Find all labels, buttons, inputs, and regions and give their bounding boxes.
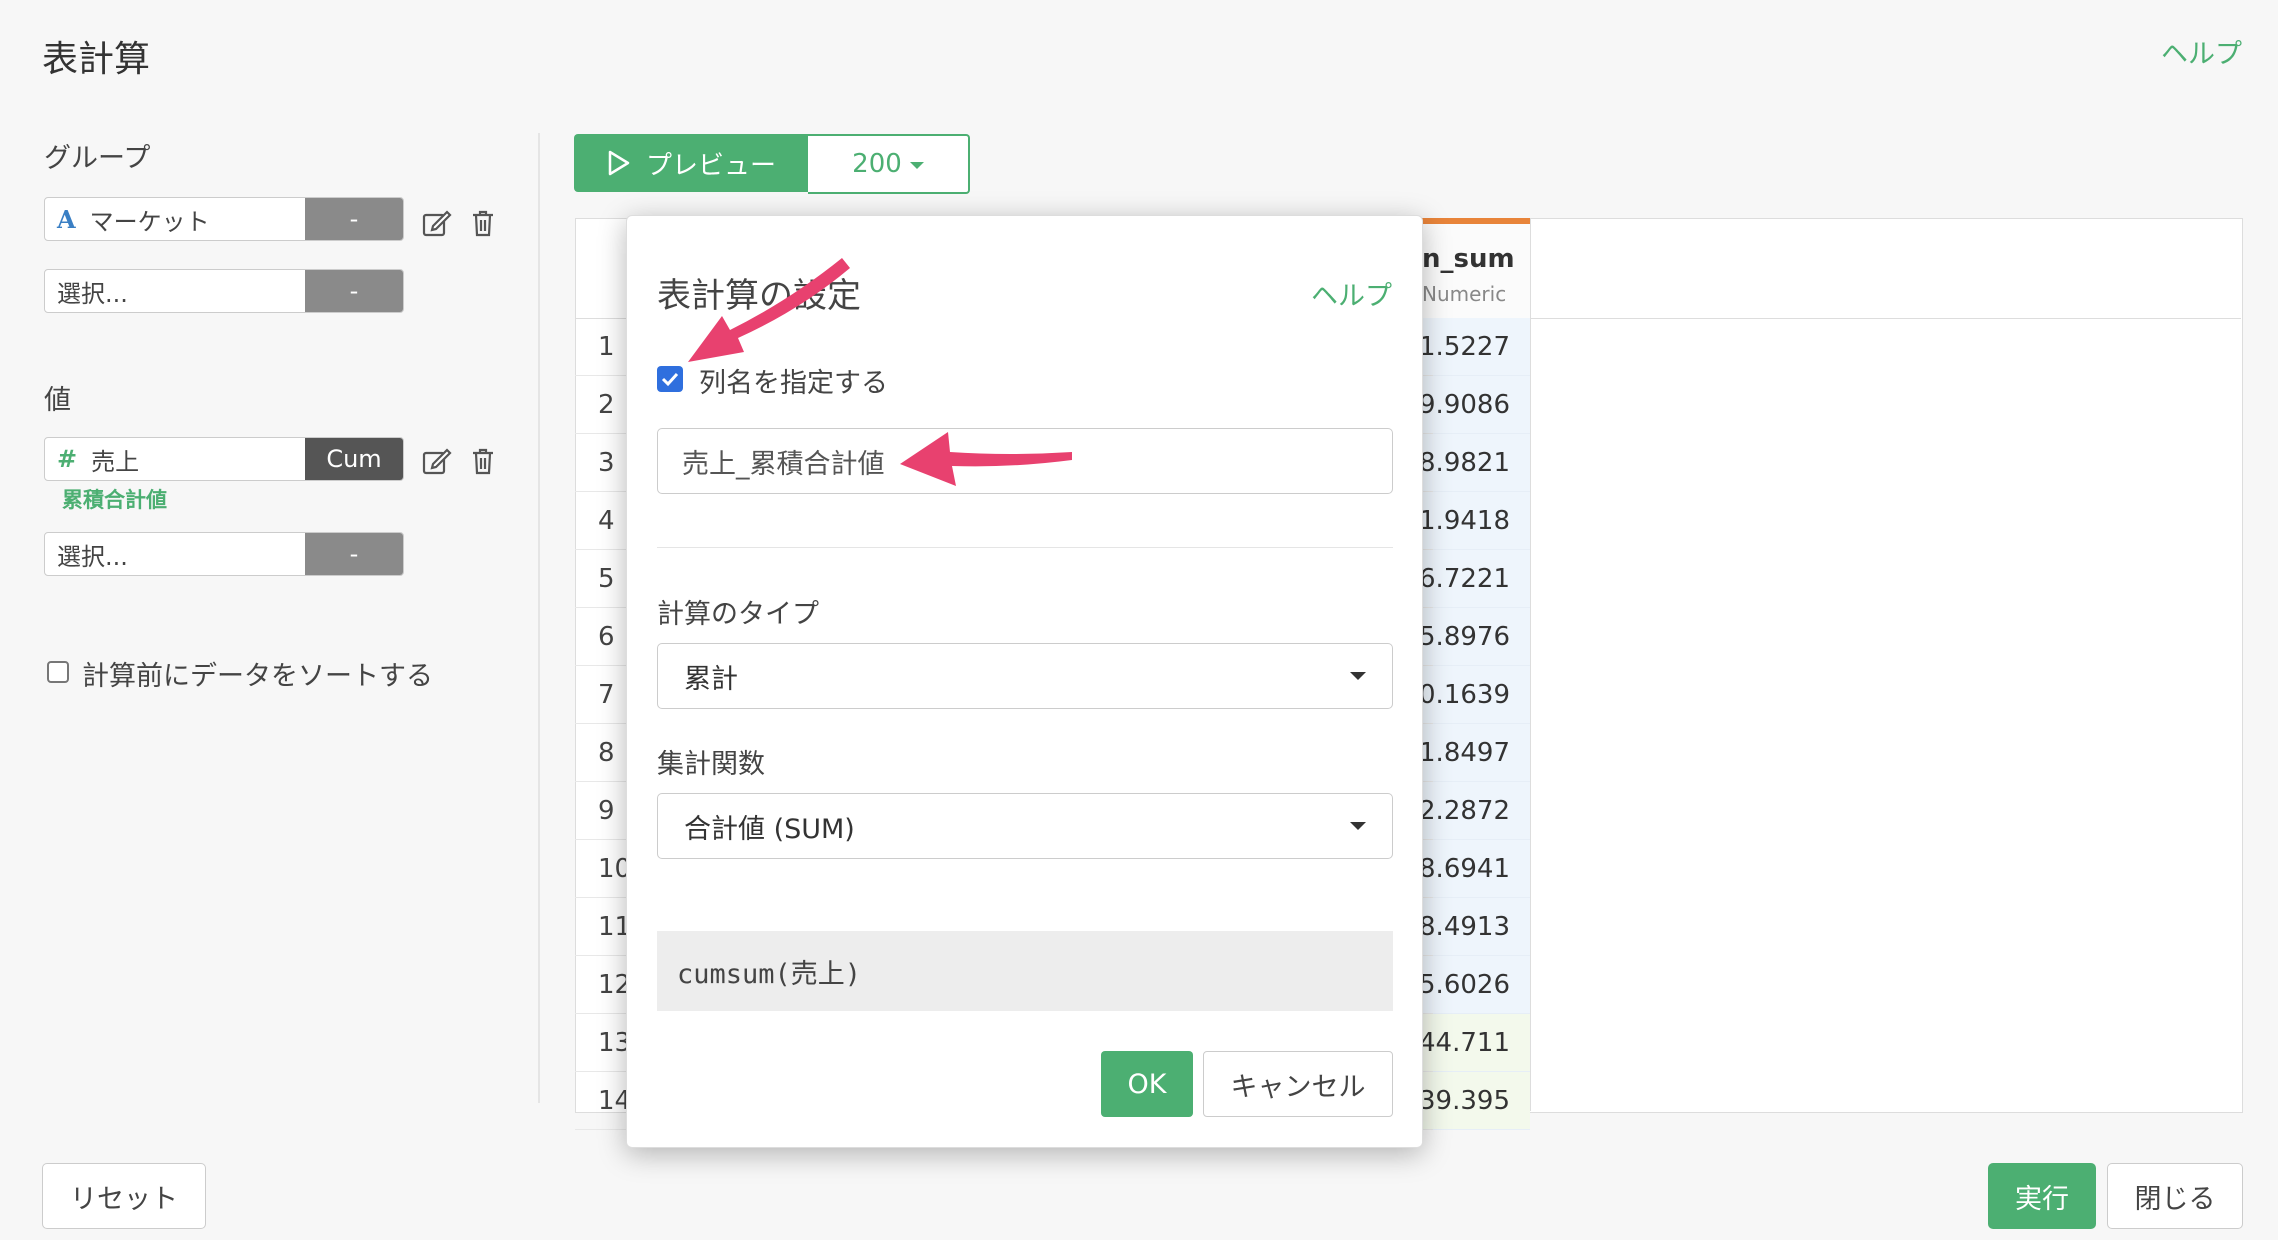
arrow-annotation (688, 258, 1072, 486)
annotation-arrows (688, 258, 1072, 486)
